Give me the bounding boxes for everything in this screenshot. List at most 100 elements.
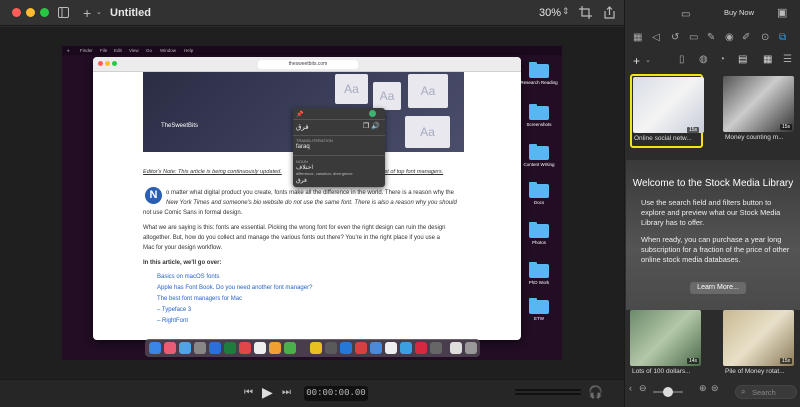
panel-toggle-icon[interactable]: ▭: [681, 9, 690, 20]
grid-view-icon[interactable]: ▦: [763, 54, 772, 65]
add-media-icon[interactable]: +: [633, 54, 640, 68]
puzzle-icon[interactable]: ⧉: [779, 32, 786, 43]
folder-label: Research Reading: [520, 80, 558, 85]
crop-icon[interactable]: [579, 6, 592, 19]
history-icon[interactable]: ↺: [671, 32, 679, 43]
cursor-icon[interactable]: ◉: [725, 32, 734, 43]
document-title: Untitled: [110, 7, 151, 19]
welcome-text: When ready, you can purchase a year long…: [641, 235, 790, 264]
share-icon[interactable]: [603, 6, 616, 19]
folder-icon: [529, 298, 549, 314]
zoom-level[interactable]: 30%: [539, 7, 561, 19]
thumbnail-label: Online social netw...: [634, 135, 692, 142]
address-bar: thesweetbits.com: [258, 60, 358, 69]
folder-icon: [529, 182, 549, 198]
paragraph-line: altogether. But, how do you collect and …: [143, 235, 441, 241]
paragraph-line: Mac for your design workflow.: [143, 245, 223, 251]
media-thumbnail[interactable]: 15s Money counting m...: [723, 76, 794, 144]
phone-icon[interactable]: ▯: [679, 54, 685, 65]
media-thumbnail-selected[interactable]: 15s Online social netw...: [630, 74, 704, 148]
play-icon[interactable]: ▶: [262, 384, 273, 401]
folder-label: PhD Work: [528, 280, 550, 285]
app-icon: [340, 342, 352, 354]
menu-item: File: [100, 48, 108, 53]
fast-forward-icon[interactable]: ⏭: [282, 387, 291, 398]
paragraph-line: o matter what digital product you create…: [166, 190, 454, 196]
media-browser-icon[interactable]: ▦: [633, 32, 642, 43]
zoom-stepper-icon[interactable]: ⇕: [562, 6, 570, 17]
mac-dock: [145, 339, 480, 357]
menu-item: Edit: [114, 48, 122, 53]
menu-item: Go: [146, 48, 153, 53]
noun-word-2: فرق: [296, 178, 307, 184]
back-icon[interactable]: ‹: [629, 383, 632, 393]
status-dot-icon: [369, 110, 376, 117]
canvas-preview[interactable]: ● Finder File Edit View Go Window Help t…: [62, 46, 562, 360]
chevron-down-icon[interactable]: ⌄: [96, 8, 102, 16]
document-icon: [450, 342, 462, 354]
duration-badge: 14s: [686, 358, 699, 364]
font-tile: Aa: [335, 74, 368, 104]
buy-now-button[interactable]: Buy Now: [724, 8, 754, 17]
media-thumbnail[interactable]: 15s Pile of Money rotat...: [723, 310, 794, 378]
app-icon: [209, 342, 221, 354]
transliteration-value: faraq: [296, 144, 310, 150]
paragraph-line: What we are saying is this: fonts are es…: [143, 225, 446, 231]
edit-icon[interactable]: ✐: [742, 32, 750, 43]
app-icon: [430, 342, 442, 354]
list-view-icon[interactable]: ☰: [783, 54, 792, 65]
safari-icon: [179, 342, 191, 354]
learn-more-button[interactable]: Learn More...: [690, 282, 746, 294]
filter-icon[interactable]: ⊜: [711, 383, 719, 394]
duration-badge: 15s: [779, 358, 792, 364]
divider: [293, 119, 385, 120]
audio-icon[interactable]: ◁: [652, 32, 660, 43]
annotation-icon[interactable]: ✎: [707, 32, 715, 43]
welcome-title: Welcome to the Stock Media Library: [632, 178, 794, 189]
paragraph-line: not use Comic Sans in formal design.: [143, 210, 243, 216]
welcome-card: Welcome to the Stock Media Library Use t…: [626, 160, 800, 310]
volume-track[interactable]: [515, 389, 581, 391]
noun-word: اختلاف: [296, 165, 313, 171]
thumbnail-label: Money counting m...: [725, 134, 784, 141]
font-tile: Aa: [373, 82, 401, 110]
search-icon: ⌕: [741, 387, 746, 396]
browser-window: thesweetbits.com Aa Aa Aa Aa Aa TheSweet…: [93, 57, 521, 340]
browser-zoom-button: [112, 61, 117, 66]
folder-icon: [529, 144, 549, 160]
minimize-window-button[interactable]: [26, 8, 35, 17]
toc-link: The best font managers for Mac: [157, 296, 243, 302]
inspector-icon[interactable]: ▣: [777, 6, 787, 19]
zoom-out-icon[interactable]: ⊖: [639, 383, 647, 394]
transliteration-label: TRANSLITERATION: [296, 138, 333, 143]
editor-note: Editor's Note: This article is being con…: [143, 169, 282, 175]
stock-library-icon[interactable]: ▤: [738, 54, 747, 65]
chevron-down-icon[interactable]: ⌄: [645, 56, 651, 64]
thumbnail-label: Pile of Money rotat...: [725, 368, 785, 375]
chrome-icon: [239, 342, 251, 354]
app-icon: [415, 342, 427, 354]
toc-link: – RightFont: [157, 318, 189, 324]
headphones-icon[interactable]: 🎧: [588, 385, 603, 399]
app-icon: [224, 342, 236, 354]
finder-icon: [149, 342, 161, 354]
divider: [293, 155, 385, 156]
close-window-button[interactable]: [12, 8, 21, 17]
rewind-icon[interactable]: ⏮: [244, 387, 253, 398]
divider: [293, 135, 385, 136]
sidebar-toggle-icon[interactable]: [58, 7, 69, 18]
media-thumbnail[interactable]: 14s Lots of 100 dollars...: [630, 310, 701, 378]
stock-media-panel: ▭ Buy Now ▣ ▦ ◁ ↺ ▭ ✎ ◉ ✐ ⊙ ⧉ + ⌄ ▯ ◍ ◔ …: [624, 0, 800, 407]
captions-icon[interactable]: ⊙: [761, 32, 769, 43]
zoom-window-button[interactable]: [40, 8, 49, 17]
search-field[interactable]: ⌕ Search: [735, 385, 797, 399]
screen-icon[interactable]: ▭: [689, 32, 698, 43]
globe-icon[interactable]: ◍: [699, 54, 708, 65]
slider-knob[interactable]: [663, 387, 673, 397]
folder-icon: [529, 262, 549, 278]
zoom-in-icon[interactable]: ⊕: [699, 383, 707, 394]
trash-icon: [465, 342, 477, 354]
chart-icon[interactable]: ◔: [719, 54, 725, 65]
menu-item: Help: [184, 48, 194, 53]
add-icon[interactable]: +: [83, 5, 91, 21]
